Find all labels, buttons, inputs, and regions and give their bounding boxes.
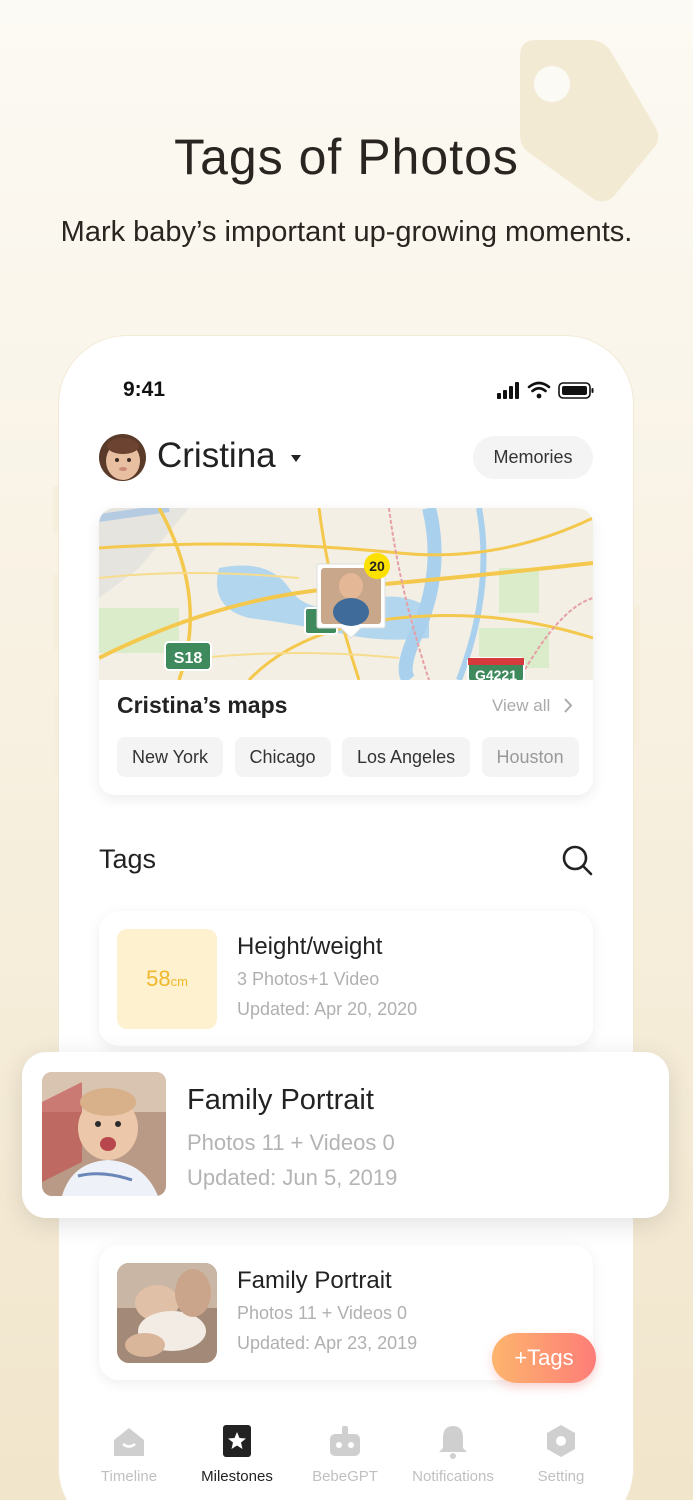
battery-icon [558,382,594,399]
user-name[interactable]: Cristina [157,436,276,476]
promo-title: Tags of Photos [174,129,519,185]
tags-section-title: Tags [99,844,157,874]
tab-label: Setting [537,1468,585,1485]
view-all-link[interactable]: View all [492,696,573,716]
home-icon [114,1428,144,1456]
tag-title: Family Portrait [187,1084,374,1116]
tag-title: Height/weight [237,933,383,960]
tag-count: Photos 11 + Videos 0 [187,1130,395,1155]
map-card-title: Cristina’s maps [117,692,288,718]
tab-timeline[interactable]: Timeline [75,1422,183,1485]
map-card: S18 G4221 20 Cristina’s maps View all Ne… [99,508,593,795]
tag-updated: Updated: Apr 20, 2020 [237,999,418,1019]
road-sign-label: G4221 [475,667,517,680]
tab-label: Notifications [412,1468,494,1485]
robot-icon [330,1426,360,1456]
tag-thumbnail [117,1263,217,1363]
signal-icon [497,382,519,399]
chevron-down-icon[interactable] [291,455,301,462]
bell-icon [439,1426,467,1459]
map-view[interactable]: S18 G4221 20 [99,508,593,680]
status-time: 9:41 [123,378,166,401]
measurement-value: 58 [146,966,171,991]
phone-screen: 9:41 Cristina Memories S18 G4221 20 Cris… [59,336,633,1500]
tag-count: 3 Photos+1 Video [237,969,380,989]
gear-icon [547,1425,575,1457]
marker-count: 20 [369,558,385,574]
tag-updated: Updated: Jun 5, 2019 [187,1165,398,1190]
search-icon[interactable] [561,844,593,876]
city-chip[interactable]: New York [117,737,224,777]
tab-milestones[interactable]: Milestones [183,1422,291,1485]
city-chip-list: New York Chicago Los Angeles Houston [117,737,593,777]
view-all-label: View all [491,696,551,715]
tab-setting[interactable]: Setting [507,1422,615,1485]
tab-label: Timeline [100,1468,158,1485]
tag-title: Family Portrait [237,1267,392,1294]
baby-avatar[interactable] [99,434,146,481]
tag-card-height-weight[interactable]: 58cm Height/weight 3 Photos+1 Video Upda… [99,911,593,1046]
tag-thumbnail [42,1072,166,1196]
tab-label: Milestones [201,1468,273,1485]
city-chip[interactable]: Los Angeles [342,737,471,777]
memories-button[interactable]: Memories [473,436,593,479]
tag-updated: Updated: Apr 23, 2019 [237,1333,418,1353]
status-icons [497,381,594,399]
chevron-right-icon [564,698,573,713]
star-bookmark-icon [223,1425,251,1457]
tag-thumbnail: 58cm [117,929,217,1029]
tag-card-family-portrait-featured[interactable]: Family Portrait Photos 11 + Videos 0 Upd… [22,1052,669,1218]
road-sign-label: S18 [174,650,203,667]
phone-side-button [632,604,640,744]
city-chip[interactable]: Houston [481,737,579,777]
city-chip[interactable]: Chicago [234,737,331,777]
tag-count: Photos 11 + Videos 0 [237,1303,407,1323]
measurement-unit: cm [170,974,188,989]
tab-bebegpt[interactable]: BebeGPT [291,1422,399,1485]
wifi-icon [527,381,551,393]
promo-subtitle: Mark baby’s important up-growing moments… [60,216,633,248]
add-tags-button[interactable]: +Tags [492,1333,596,1383]
tab-notifications[interactable]: Notifications [399,1422,507,1485]
tab-label: BebeGPT [312,1468,378,1485]
